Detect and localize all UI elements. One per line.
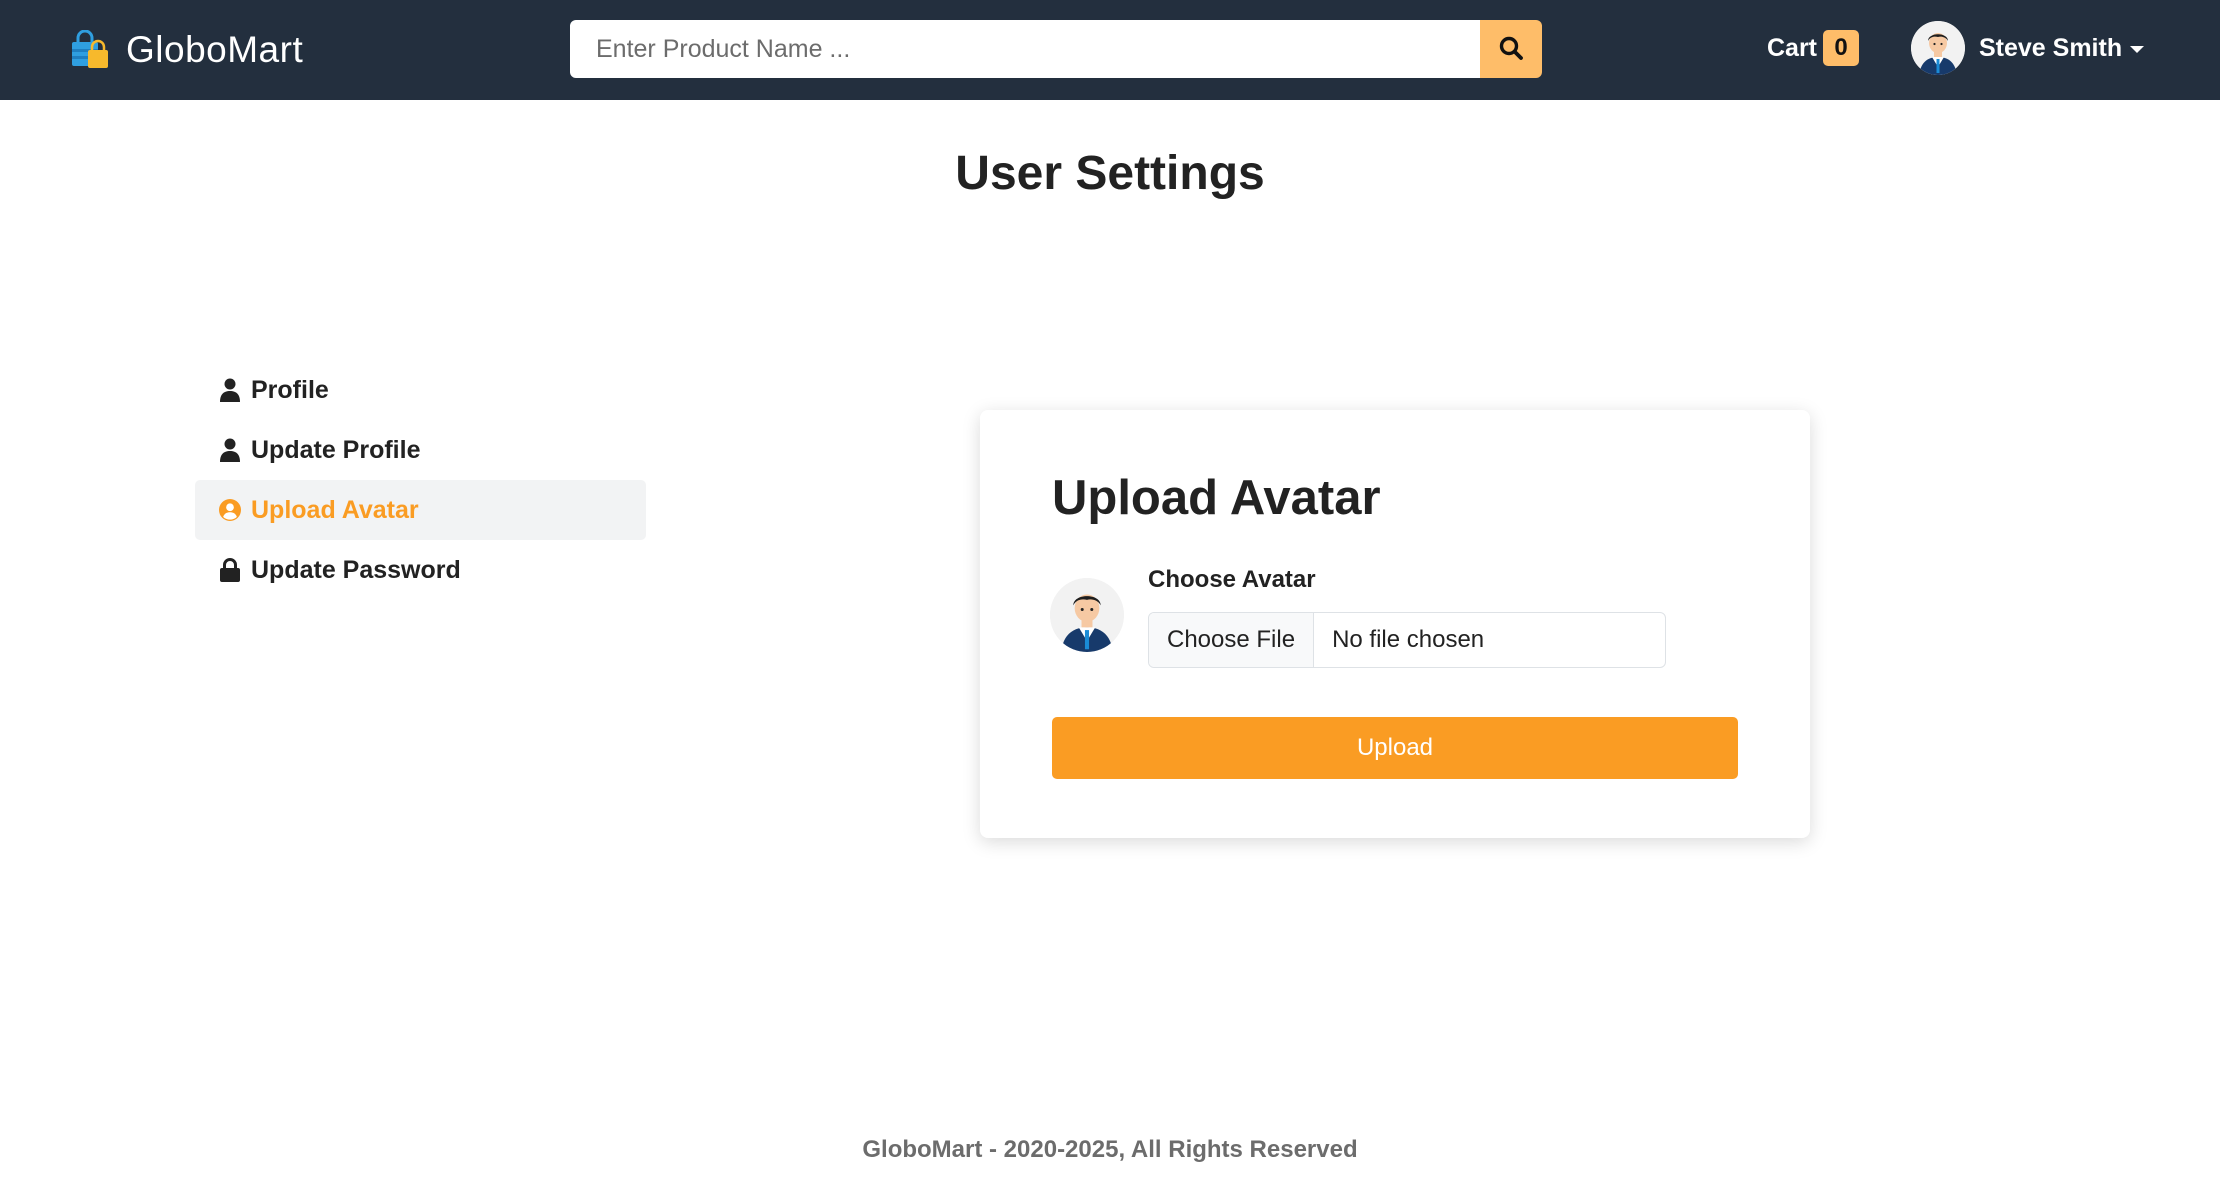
sidebar-item-update-profile[interactable]: Update Profile — [195, 420, 646, 480]
choose-file-button[interactable]: Choose File — [1149, 613, 1315, 667]
cart-count-badge: 0 — [1823, 30, 1860, 66]
search-input[interactable] — [570, 20, 1480, 78]
lock-icon — [219, 557, 241, 583]
avatar — [1911, 21, 1965, 75]
sidebar-item-upload-avatar[interactable]: Upload Avatar — [195, 480, 646, 540]
settings-sidebar: Profile Update Profile Upload Avatar Upd… — [195, 360, 646, 600]
footer-copyright: GloboMart - 2020-2025, All Rights Reserv… — [862, 1136, 1358, 1163]
cart-link[interactable]: Cart 0 — [1767, 28, 1860, 68]
sidebar-item-profile[interactable]: Profile — [195, 360, 646, 420]
search-icon — [1498, 35, 1524, 64]
sidebar-item-label: Upload Avatar — [251, 495, 419, 524]
upload-avatar-card: Upload Avatar Choose Avatar Choose File … — [980, 410, 1810, 838]
user-dropdown-toggle[interactable]: Steve Smith — [1911, 20, 2145, 76]
sidebar-item-label: Update Profile — [251, 435, 421, 464]
shopping-bag-icon — [70, 29, 110, 70]
user-icon — [219, 377, 241, 403]
avatar-file-input[interactable]: Choose File No file chosen — [1148, 612, 1666, 668]
file-status-text: No file chosen — [1332, 626, 1485, 653]
card-title: Upload Avatar — [1052, 471, 1381, 525]
sidebar-item-label: Profile — [251, 375, 329, 404]
caret-down-icon — [2130, 45, 2145, 53]
brand-logo-link[interactable]: GloboMart — [70, 24, 303, 76]
user-name: Steve Smith — [1979, 33, 2123, 62]
avatar-preview — [1050, 578, 1124, 652]
sidebar-item-label: Update Password — [251, 555, 461, 584]
cart-label: Cart — [1767, 33, 1818, 62]
user-circle-icon — [219, 497, 241, 523]
brand-name: GloboMart — [126, 29, 304, 70]
user-icon — [219, 437, 241, 463]
sidebar-item-update-password[interactable]: Update Password — [195, 540, 646, 600]
top-navbar: GloboMart Cart 0 — [0, 0, 2220, 100]
page-title: User Settings — [955, 147, 1265, 200]
search-button[interactable] — [1480, 20, 1542, 78]
choose-avatar-label: Choose Avatar — [1148, 566, 1316, 593]
upload-button[interactable]: Upload — [1052, 717, 1738, 779]
search-bar — [570, 20, 1542, 78]
